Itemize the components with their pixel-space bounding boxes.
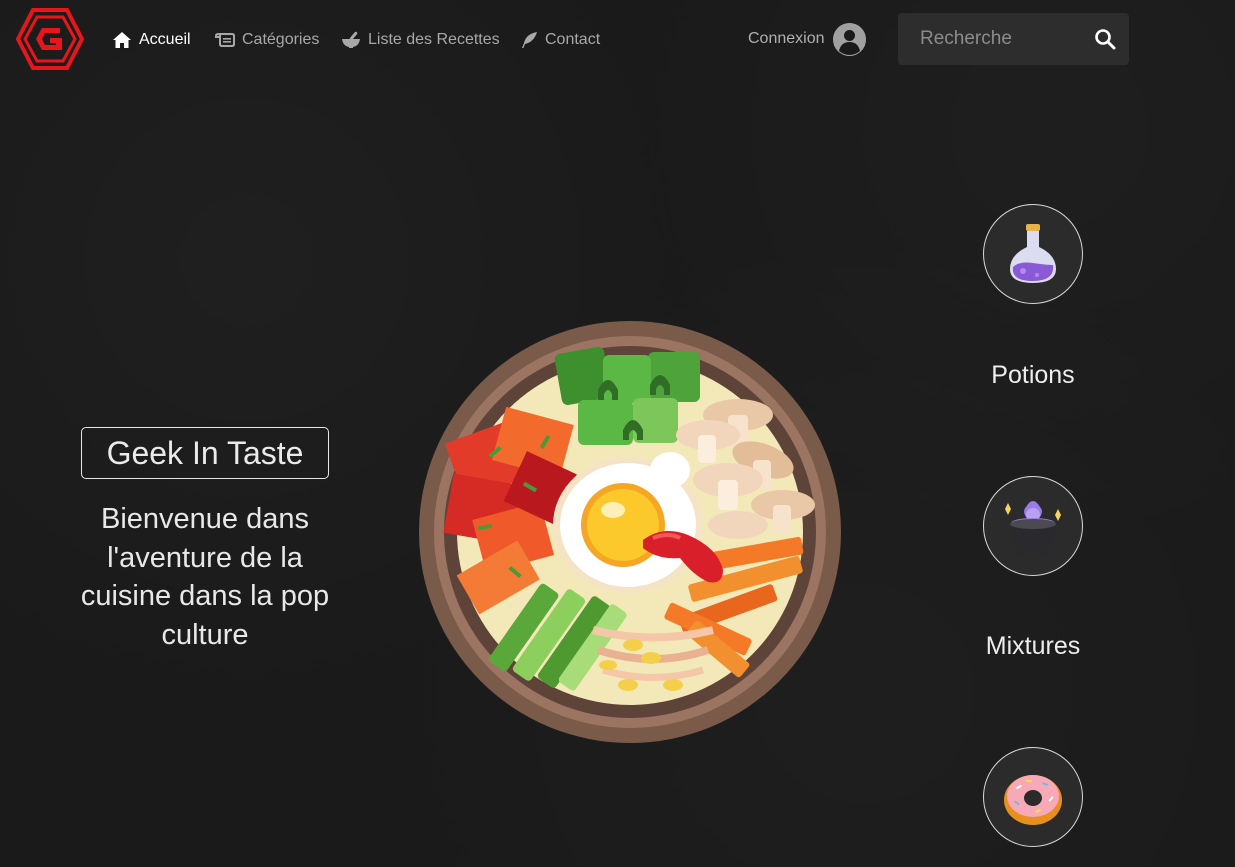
potion-flask-icon — [1010, 224, 1056, 283]
donut-icon — [1004, 775, 1062, 825]
search-input[interactable] — [898, 13, 1078, 65]
home-icon — [113, 32, 131, 48]
category-potions-button[interactable] — [983, 204, 1083, 304]
category-potions-label[interactable]: Potions — [933, 361, 1133, 390]
navbar: Accueil Catégories Liste des Recettes Co… — [0, 0, 1235, 80]
category-mixtures-button[interactable] — [983, 476, 1083, 576]
nav-categories-label: Catégories — [242, 31, 320, 48]
login-button[interactable]: Connexion — [748, 22, 866, 56]
nav-home-label: Accueil — [139, 31, 191, 48]
login-label: Connexion — [748, 30, 825, 47]
category-sweets-button[interactable] — [983, 747, 1083, 847]
user-avatar-icon — [832, 22, 866, 56]
scroll-icon — [215, 32, 235, 47]
category-mixtures-label[interactable]: Mixtures — [933, 632, 1133, 661]
search-icon[interactable] — [1093, 27, 1117, 51]
logo-icon[interactable] — [15, 8, 85, 70]
hero-tagline: Bienvenue dans l'aventure de la cuisine … — [80, 503, 330, 651]
search-box — [898, 13, 1129, 65]
bibimbap-bowl-illustration — [418, 320, 842, 744]
nav-link-contact[interactable]: Contact — [520, 29, 600, 51]
quill-icon — [522, 32, 537, 48]
nav-contact-label: Contact — [545, 31, 601, 48]
nav-recipes-label: Liste des Recettes — [368, 31, 500, 48]
nav-link-recipes[interactable]: Liste des Recettes — [341, 29, 500, 51]
nav-link-home[interactable]: Accueil — [112, 29, 191, 51]
nav-link-categories[interactable]: Catégories — [215, 29, 319, 51]
mortar-icon — [342, 31, 360, 48]
cauldron-icon — [1005, 501, 1061, 556]
brand-title: Geek In Taste — [81, 427, 329, 479]
